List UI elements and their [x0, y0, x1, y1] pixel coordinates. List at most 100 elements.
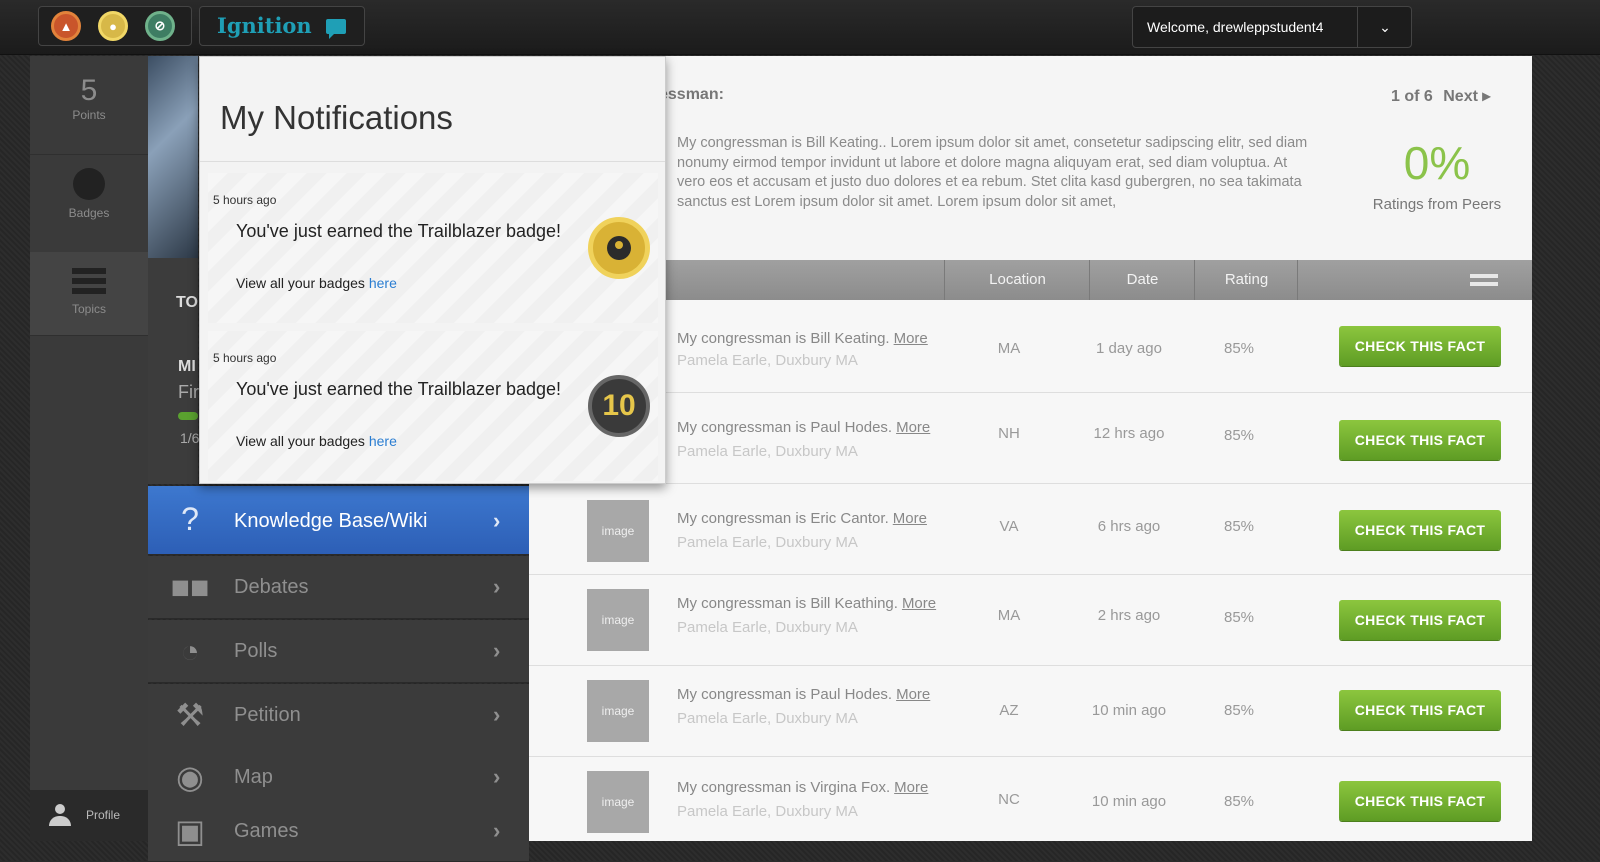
row-rating: 85%: [1223, 518, 1255, 535]
chevron-right-icon: ›: [493, 764, 501, 789]
nav-games[interactable]: ▣ Games ›: [148, 804, 529, 862]
row-title: My congressman is Paul Hodes. More: [677, 686, 931, 703]
list-icon: [72, 268, 106, 294]
row-location: NC: [998, 791, 1020, 808]
row-date: 12 hrs ago: [1093, 425, 1165, 442]
row-date: 1 day ago: [1096, 340, 1162, 357]
badges-here-link[interactable]: here: [369, 433, 397, 449]
table-header: Location Date Rating: [529, 260, 1532, 300]
badge-icon[interactable]: ●: [98, 11, 128, 41]
row-title: My congressman is Eric Cantor. More: [677, 510, 927, 527]
row-date: 6 hrs ago: [1097, 518, 1161, 535]
nav-label: Knowledge Base/Wiki: [234, 510, 428, 532]
row-title: My congressman is Bill Keating. More: [677, 330, 928, 347]
row-author: Pamela Earle, Duxbury MA: [677, 352, 858, 369]
more-link[interactable]: More: [894, 330, 928, 347]
topic-panel: TO MI Fir 1/6: [148, 258, 199, 484]
divider: [1357, 7, 1358, 47]
notifications-title: My Notifications: [220, 99, 453, 136]
notification-link-text: View all your badges here: [236, 275, 397, 291]
row-title: My congressman is Virgina Fox. More: [677, 779, 929, 796]
nav-map[interactable]: ◉ Map ›: [148, 746, 529, 809]
notification-item[interactable]: 5 hours ago You've just earned the Trail…: [208, 331, 658, 481]
chevron-right-icon: ›: [493, 508, 501, 533]
row-rating: 85%: [1223, 793, 1255, 810]
more-link[interactable]: More: [896, 419, 930, 436]
featured-heading: essman:: [659, 86, 724, 103]
more-link[interactable]: More: [896, 686, 930, 703]
row-title: My congressman is Bill Keathing. More: [677, 595, 937, 612]
profile-button[interactable]: Profile: [30, 790, 148, 841]
col-rating[interactable]: Rating: [1194, 260, 1298, 300]
notification-time: 5 hours ago: [213, 193, 277, 207]
notification-item[interactable]: 5 hours ago You've just earned the Trail…: [208, 173, 658, 323]
topics-stat[interactable]: Topics: [30, 252, 148, 336]
row-author: Pamela Earle, Duxbury MA: [677, 443, 858, 460]
table-row: My congressman is Paul Hodes. More Pamela…: [529, 393, 1532, 484]
row-rating: 85%: [1223, 427, 1255, 444]
check-fact-button[interactable]: CHECK THIS FACT: [1339, 420, 1501, 460]
panel-item-title: MI: [178, 358, 196, 375]
badges-here-link[interactable]: here: [369, 275, 397, 291]
row-author: Pamela Earle, Duxbury MA: [677, 803, 858, 820]
more-link[interactable]: More: [893, 510, 927, 527]
trailblazer-badge-icon: [588, 217, 650, 279]
row-author: Pamela Earle, Duxbury MA: [677, 534, 858, 551]
nav-label: Petition: [234, 704, 301, 726]
globe-icon: ◉: [176, 759, 204, 795]
quick-icons: ▲ ● ⊘: [38, 6, 192, 46]
notifications-header: My Notifications: [200, 57, 665, 162]
compass-icon[interactable]: ⊘: [145, 11, 175, 41]
table-row: image My congressman is Paul Hodes. More …: [529, 666, 1532, 757]
chevron-down-icon[interactable]: ⌄: [1367, 15, 1403, 39]
check-fact-button[interactable]: CHECK THIS FACT: [1339, 781, 1501, 821]
chevron-right-icon: ›: [493, 574, 501, 599]
check-fact-button[interactable]: CHECK THIS FACT: [1339, 600, 1501, 640]
row-location: MA: [997, 607, 1021, 624]
nav-label: Debates: [234, 576, 309, 598]
progress-bar: [178, 412, 198, 420]
level-badge-icon: 10: [588, 375, 650, 437]
brand-logo[interactable]: Ignition: [199, 6, 365, 46]
next-link[interactable]: Next: [1443, 88, 1478, 105]
user-menu[interactable]: Welcome, drewleppstudent4 ⌄: [1132, 6, 1412, 48]
nav-label: Map: [234, 766, 273, 788]
row-date: 10 min ago: [1091, 793, 1167, 810]
table-row: image My congressman is Bill Keathing. Mo…: [529, 575, 1532, 666]
hat-icon[interactable]: ▲: [51, 11, 81, 41]
thumbnail-image: image: [587, 500, 649, 562]
col-location[interactable]: Location: [944, 260, 1090, 300]
left-rail: 5 Points Badges Topics: [30, 56, 148, 841]
check-fact-button[interactable]: CHECK THIS FACT: [1339, 510, 1501, 550]
more-link[interactable]: More: [894, 779, 928, 796]
profile-label: Profile: [86, 808, 121, 822]
thumbnail-image: image: [587, 680, 649, 742]
panel-heading: TO: [176, 294, 198, 311]
peer-rating-label: Ratings from Peers: [1372, 196, 1502, 213]
points-stat[interactable]: 5 Points: [30, 74, 148, 155]
caret-right-icon[interactable]: ▸: [1482, 88, 1490, 105]
notification-link-text: View all your badges here: [236, 433, 397, 449]
thumbnail-image: image: [587, 771, 649, 833]
nav-debates[interactable]: ■■ Debates ›: [148, 556, 529, 619]
nav-knowledge-base[interactable]: ? Knowledge Base/Wiki ›: [148, 486, 529, 555]
user-icon: [48, 804, 72, 826]
chevron-right-icon: ›: [493, 702, 501, 727]
gavel-icon: ⚒: [175, 697, 205, 733]
notification-message: You've just earned the Trailblazer badge…: [236, 221, 561, 241]
notifications-popover: My Notifications 5 hours ago You've just…: [199, 56, 666, 484]
nav-polls[interactable]: ◔ Polls ›: [148, 620, 529, 683]
table-row: image My congressman is Eric Cantor. More…: [529, 484, 1532, 575]
badges-stat[interactable]: Badges: [30, 168, 148, 248]
check-fact-button[interactable]: CHECK THIS FACT: [1339, 326, 1501, 366]
row-date: 2 hrs ago: [1097, 607, 1161, 624]
more-link[interactable]: More: [902, 595, 936, 612]
notification-message: You've just earned the Trailblazer badge…: [236, 379, 561, 399]
nav-petition[interactable]: ⚒ Petition ›: [148, 684, 529, 747]
col-date[interactable]: Date: [1089, 260, 1195, 300]
check-fact-button[interactable]: CHECK THIS FACT: [1339, 690, 1501, 730]
monitor-icon: ▣: [174, 813, 206, 849]
pager: 1 of 6 Next ▸: [1391, 86, 1490, 106]
menu-icon[interactable]: [1470, 274, 1498, 286]
row-rating: 85%: [1223, 340, 1255, 357]
